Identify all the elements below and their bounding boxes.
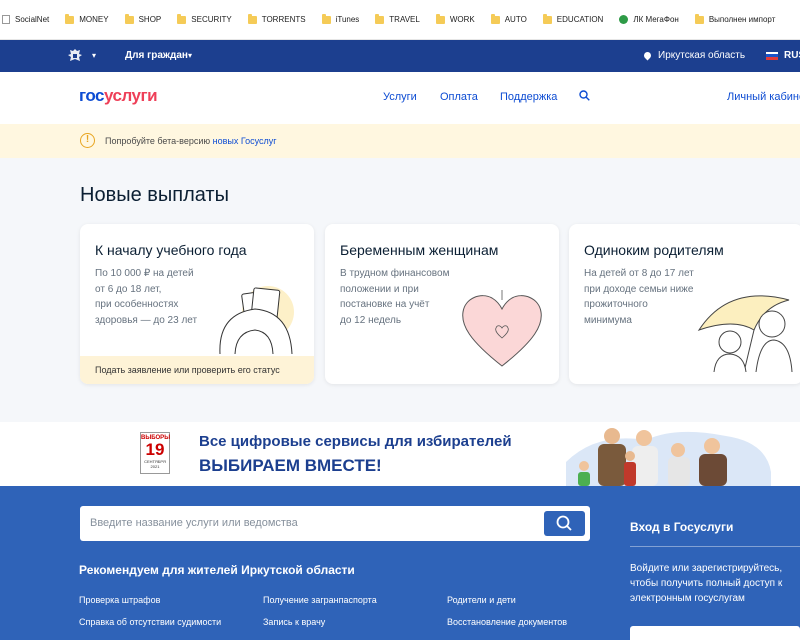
new-payments-section: Новые выплаты К началу учебного года По … <box>0 158 800 422</box>
link-documents[interactable]: Восстановление документов <box>447 617 567 627</box>
card-title: Одиноким родителям <box>584 242 724 258</box>
bookmark-megafon[interactable]: ЛК МегаФон <box>619 15 679 24</box>
russia-flag-icon <box>766 51 778 60</box>
card-description: По 10 000 ₽ на детей от 6 до 18 лет, при… <box>95 268 198 326</box>
bookmark-education[interactable]: EDUCATION <box>542 13 603 24</box>
bookmark-import[interactable]: Выполнен импорт <box>694 13 775 24</box>
bookmarks-bar: SocialNet MONEY SHOP SECURITY TORRENTS i… <box>0 0 800 40</box>
election-headline: Все цифровые сервисы для избирателей <box>199 433 512 450</box>
login-title: Вход в Госуслуги <box>630 520 734 534</box>
folder-icon <box>490 13 500 24</box>
election-banner[interactable]: ВЫБОРЫ 19 СЕНТЯБРЯ 2021 Все цифровые сер… <box>0 422 800 486</box>
search-section: Введите название услуги или ведомства Ре… <box>0 486 800 640</box>
language-label: RUS <box>784 50 800 61</box>
search-input[interactable]: Введите название услуги или ведомства <box>80 506 590 541</box>
link-passport[interactable]: Получение загранпаспорта <box>263 595 377 605</box>
folder-icon <box>124 13 134 24</box>
beta-link[interactable]: новых Госуслуг <box>213 136 277 146</box>
bookmark-auto[interactable]: AUTO <box>490 13 527 24</box>
search-icon[interactable] <box>579 90 590 101</box>
parent-child-illustration <box>697 295 793 373</box>
bookmark-itunes[interactable]: iTunes <box>321 13 359 24</box>
payment-card-pregnant[interactable]: Беременным женщинам В трудном финансовом… <box>325 224 559 384</box>
folder-icon <box>177 13 187 24</box>
card-title: Беременным женщинам <box>340 242 499 258</box>
emblem-icon[interactable] <box>66 47 84 65</box>
chevron-down-icon[interactable]: ▾ <box>188 51 192 60</box>
card-description: В трудном финансовом положении и при пос… <box>340 268 450 326</box>
login-description: Войдите или зарегистрируйтесь, чтобы пол… <box>630 563 783 604</box>
link-fines[interactable]: Проверка штрафов <box>79 595 160 605</box>
warning-icon: ! <box>80 133 95 148</box>
payment-card-single-parents[interactable]: Одиноким родителям На детей от 8 до 17 л… <box>569 224 800 384</box>
link-criminal-record[interactable]: Справка об отсутствии судимости <box>79 617 221 627</box>
bookmark-socialnet[interactable]: SocialNet <box>2 15 49 24</box>
folder-icon <box>321 13 331 24</box>
search-icon <box>556 515 572 531</box>
folder-icon <box>375 13 385 24</box>
divider <box>630 546 800 547</box>
citizens-menu[interactable]: Для граждан <box>125 50 188 61</box>
nav-payment[interactable]: Оплата <box>440 91 478 103</box>
search-placeholder: Введите название услуги или ведомства <box>90 517 298 529</box>
bookmark-torrents[interactable]: TORRENTS <box>247 13 306 24</box>
payment-card-school[interactable]: К началу учебного года По 10 000 ₽ на де… <box>80 224 314 384</box>
link-doctor[interactable]: Запись к врачу <box>263 617 325 627</box>
personal-cabinet-link[interactable]: Личный кабинет <box>727 91 800 103</box>
location-pin-icon <box>642 50 653 61</box>
calendar-icon: ВЫБОРЫ 19 СЕНТЯБРЯ 2021 <box>140 432 170 474</box>
top-bar: ▾ Для граждан ▾ Иркутская область RUS <box>0 40 800 72</box>
site-header: госуслуги Услуги Оплата Поддержка Личный… <box>0 72 800 124</box>
heart-illustration <box>462 290 542 367</box>
backpack-illustration <box>219 286 294 355</box>
region-label: Иркутская область <box>658 50 746 61</box>
folder-icon <box>247 13 257 24</box>
voters-illustration <box>566 428 771 486</box>
election-slogan: ВЫБИРАЕМ ВМЕСТЕ! <box>199 456 382 475</box>
bookmark-work[interactable]: WORK <box>435 13 475 24</box>
folder-icon <box>694 13 704 24</box>
folder-icon <box>542 13 552 24</box>
recommend-title: Рекомендуем для жителей Иркутской област… <box>79 563 355 577</box>
nav-support[interactable]: Поддержка <box>500 91 557 103</box>
bookmark-shop[interactable]: SHOP <box>124 13 161 24</box>
beta-text: Попробуйте бета-версию новых Госуслуг <box>105 136 277 146</box>
section-title: Новые выплаты <box>80 184 229 206</box>
language-selector[interactable]: RUS <box>766 50 800 61</box>
nav-services[interactable]: Услуги <box>383 91 417 103</box>
card-title: К началу учебного года <box>95 242 247 258</box>
bookmark-security[interactable]: SECURITY <box>177 13 232 24</box>
folder-icon <box>65 13 75 24</box>
chevron-down-icon[interactable]: ▾ <box>92 51 96 60</box>
bookmark-travel[interactable]: TRAVEL <box>375 13 420 24</box>
card-footer-link[interactable]: Подать заявление или проверить его стату… <box>80 356 314 384</box>
megafon-icon <box>619 15 629 24</box>
gosuslugi-logo[interactable]: госуслуги <box>79 86 158 106</box>
link-parents[interactable]: Родители и дети <box>447 595 516 605</box>
page-icon <box>2 15 10 24</box>
login-button[interactable] <box>630 626 800 640</box>
bookmark-money[interactable]: MONEY <box>65 13 109 24</box>
folder-icon <box>435 13 445 24</box>
beta-banner: ! Попробуйте бета-версию новых Госуслуг <box>0 124 800 158</box>
region-selector[interactable]: Иркутская область <box>642 50 746 61</box>
search-button[interactable] <box>544 511 585 536</box>
